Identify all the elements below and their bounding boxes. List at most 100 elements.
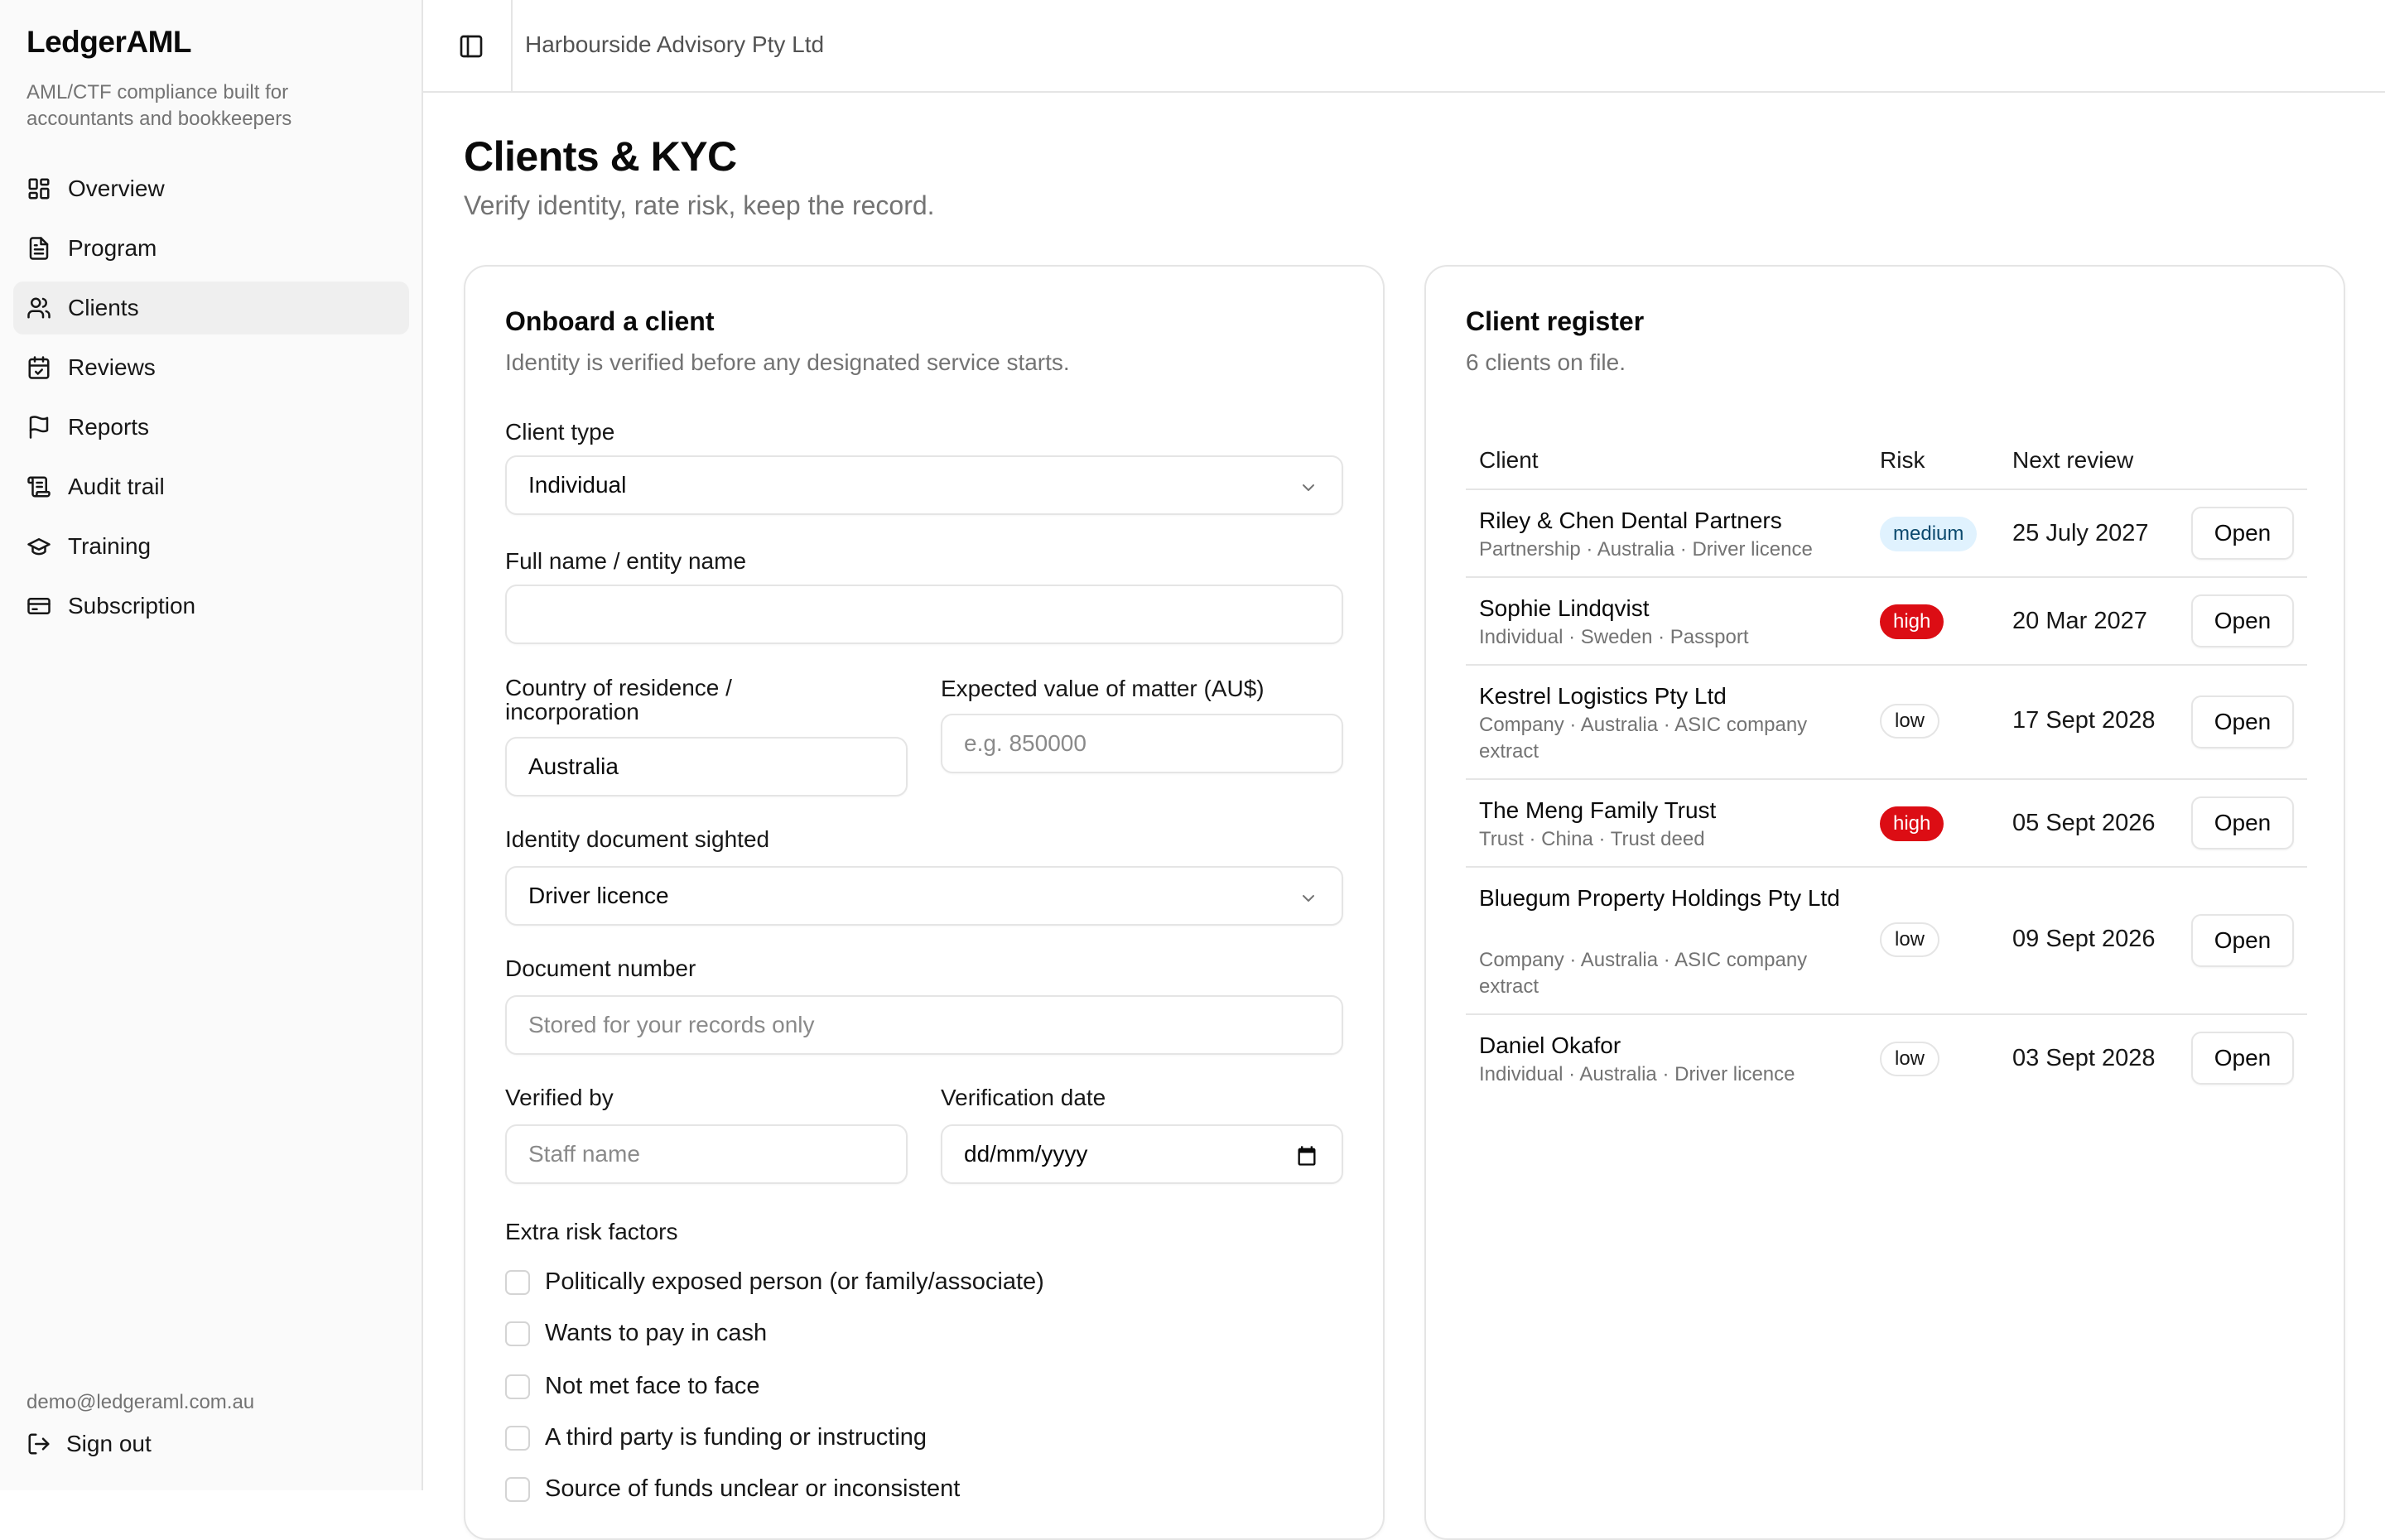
risk-factor-label: Not met face to face: [545, 1373, 760, 1399]
table-header: Client Risk Next review: [1466, 422, 2307, 490]
panel-left-icon: [460, 35, 483, 58]
table-row: The Meng Family Trust Trust · China · Tr…: [1466, 780, 2307, 868]
client-name: The Meng Family Trust: [1479, 797, 1717, 823]
next-review-date: 25 July 2027: [2012, 520, 2149, 546]
sidebar-item-overview[interactable]: Overview: [13, 162, 409, 215]
risk-factor-cash[interactable]: Wants to pay in cash: [505, 1320, 767, 1347]
verified-by-input[interactable]: Staff name: [505, 1124, 908, 1184]
sidebar-item-reviews[interactable]: Reviews: [13, 341, 409, 394]
sign-out-label: Sign out: [66, 1431, 152, 1456]
onboard-card-subtitle: Identity is verified before any designat…: [505, 349, 1070, 375]
risk-badge: high: [1880, 806, 1944, 841]
verified-by-label: Verified by: [505, 1085, 614, 1110]
register-card-title: Client register: [1466, 306, 1645, 336]
sign-out-button[interactable]: Sign out: [26, 1431, 152, 1457]
client-meta: Partnership · Australia · Driver licence: [1479, 538, 1813, 561]
sidebar-toggle-button[interactable]: [456, 31, 486, 61]
log-out-icon: [28, 1433, 50, 1455]
sidebar-item-training[interactable]: Training: [13, 520, 409, 573]
verification-date-label: Verification date: [941, 1085, 1106, 1110]
calendar-icon[interactable]: [1295, 1144, 1318, 1167]
risk-factor-label: A third party is funding or instructing: [545, 1424, 928, 1451]
verification-date-input[interactable]: dd/mm/yyyy: [941, 1124, 1343, 1184]
scroll-icon: [26, 474, 51, 499]
client-register-table: Client Risk Next review Riley & Chen Den…: [1466, 422, 2307, 1103]
country-input[interactable]: Australia: [505, 737, 908, 796]
risk-factor-pep[interactable]: Politically exposed person (or family/as…: [505, 1268, 1044, 1296]
open-client-button[interactable]: Open: [2191, 507, 2294, 560]
checkbox[interactable]: [505, 1321, 530, 1346]
sidebar-nav: Overview Program Clients Reviews Reports: [13, 162, 409, 639]
document-icon: [26, 236, 51, 261]
sidebar-item-program[interactable]: Program: [13, 222, 409, 275]
flag-icon: [26, 415, 51, 440]
column-header-client: Client: [1479, 447, 1539, 473]
open-client-button[interactable]: Open: [2191, 594, 2294, 647]
checkbox[interactable]: [505, 1374, 530, 1399]
client-meta: Individual · Sweden · Passport: [1479, 626, 1749, 648]
chevron-down-icon: [1298, 888, 1318, 907]
risk-factor-label: Politically exposed person (or family/as…: [545, 1268, 1044, 1295]
client-meta: Company · Australia · ASIC company extra…: [1479, 714, 1808, 763]
id-document-select[interactable]: Driver licence: [505, 866, 1343, 926]
app-logo[interactable]: LedgerAML: [26, 25, 192, 60]
open-client-button[interactable]: Open: [2191, 914, 2294, 967]
sidebar-item-audit-trail[interactable]: Audit trail: [13, 460, 409, 513]
checkbox[interactable]: [505, 1425, 530, 1451]
sidebar: LedgerAML AML/CTF compliance built for a…: [0, 0, 423, 1490]
client-register-card: Client register 6 clients on file. Clien…: [1424, 265, 2345, 1540]
column-header-next-review: Next review: [2012, 447, 2134, 473]
verification-date-placeholder: dd/mm/yyyy: [964, 1141, 1088, 1167]
risk-factor-source-of-funds[interactable]: Source of funds unclear or inconsistent: [505, 1475, 960, 1503]
organization-name: Harbourside Advisory Pty Ltd: [525, 31, 825, 57]
sidebar-item-label: Overview: [68, 176, 165, 201]
next-review-date: 17 Sept 2028: [2012, 707, 2156, 734]
risk-factor-not-met[interactable]: Not met face to face: [505, 1373, 760, 1400]
calendar-check-icon: [26, 355, 51, 380]
table-row: Kestrel Logistics Pty Ltd Company · Aust…: [1466, 666, 2307, 780]
id-document-value: Driver licence: [528, 883, 669, 908]
sidebar-item-reports[interactable]: Reports: [13, 401, 409, 454]
users-icon: [26, 296, 51, 320]
risk-factor-third-party[interactable]: A third party is funding or instructing: [505, 1424, 927, 1451]
risk-factor-label: Wants to pay in cash: [545, 1320, 768, 1346]
checkbox[interactable]: [505, 1476, 530, 1502]
app-tagline: AML/CTF compliance built for accountants…: [26, 81, 292, 130]
risk-factors-label: Extra risk factors: [505, 1219, 678, 1244]
topbar-divider: [511, 0, 513, 91]
client-meta: Company · Australia · ASIC company extra…: [1479, 949, 1808, 998]
risk-badge: low: [1880, 704, 1940, 739]
onboard-card-title: Onboard a client: [505, 306, 715, 336]
chevron-down-icon: [1298, 477, 1318, 497]
client-type-value: Individual: [528, 472, 627, 498]
table-row: Sophie Lindqvist Individual · Sweden · P…: [1466, 578, 2307, 666]
open-client-button[interactable]: Open: [2191, 695, 2294, 748]
open-client-button[interactable]: Open: [2191, 1032, 2294, 1085]
next-review-date: 09 Sept 2026: [2012, 926, 2156, 952]
risk-badge: medium: [1880, 517, 1978, 551]
client-name: Riley & Chen Dental Partners: [1479, 508, 1782, 533]
topbar: Harbourside Advisory Pty Ltd: [423, 0, 2385, 93]
credit-card-icon: [26, 594, 51, 618]
id-document-label: Identity document sighted: [505, 826, 770, 852]
expected-value-input[interactable]: e.g. 850000: [941, 714, 1343, 773]
page-title: Clients & KYC: [464, 133, 737, 180]
next-review-date: 05 Sept 2026: [2012, 810, 2156, 836]
client-type-select[interactable]: Individual: [505, 455, 1343, 515]
table-row: Daniel Okafor Individual · Australia · D…: [1466, 1015, 2307, 1103]
page-subtitle: Verify identity, rate risk, keep the rec…: [464, 190, 935, 220]
onboard-client-card: Onboard a client Identity is verified be…: [464, 265, 1385, 1540]
sidebar-item-label: Training: [68, 533, 152, 559]
risk-factor-label: Source of funds unclear or inconsistent: [545, 1475, 961, 1502]
sidebar-item-label: Reports: [68, 414, 150, 440]
next-review-date: 03 Sept 2028: [2012, 1045, 2156, 1071]
checkbox[interactable]: [505, 1269, 530, 1295]
open-client-button[interactable]: Open: [2191, 796, 2294, 849]
document-number-input[interactable]: Stored for your records only: [505, 995, 1343, 1055]
user-email: demo@ledgeraml.com.au: [26, 1391, 255, 1413]
table-row: Riley & Chen Dental Partners Partnership…: [1466, 490, 2307, 578]
sidebar-item-clients[interactable]: Clients: [13, 282, 409, 334]
next-review-date: 20 Mar 2027: [2012, 608, 2147, 634]
sidebar-item-subscription[interactable]: Subscription: [13, 580, 409, 633]
full-name-input[interactable]: [505, 585, 1343, 644]
